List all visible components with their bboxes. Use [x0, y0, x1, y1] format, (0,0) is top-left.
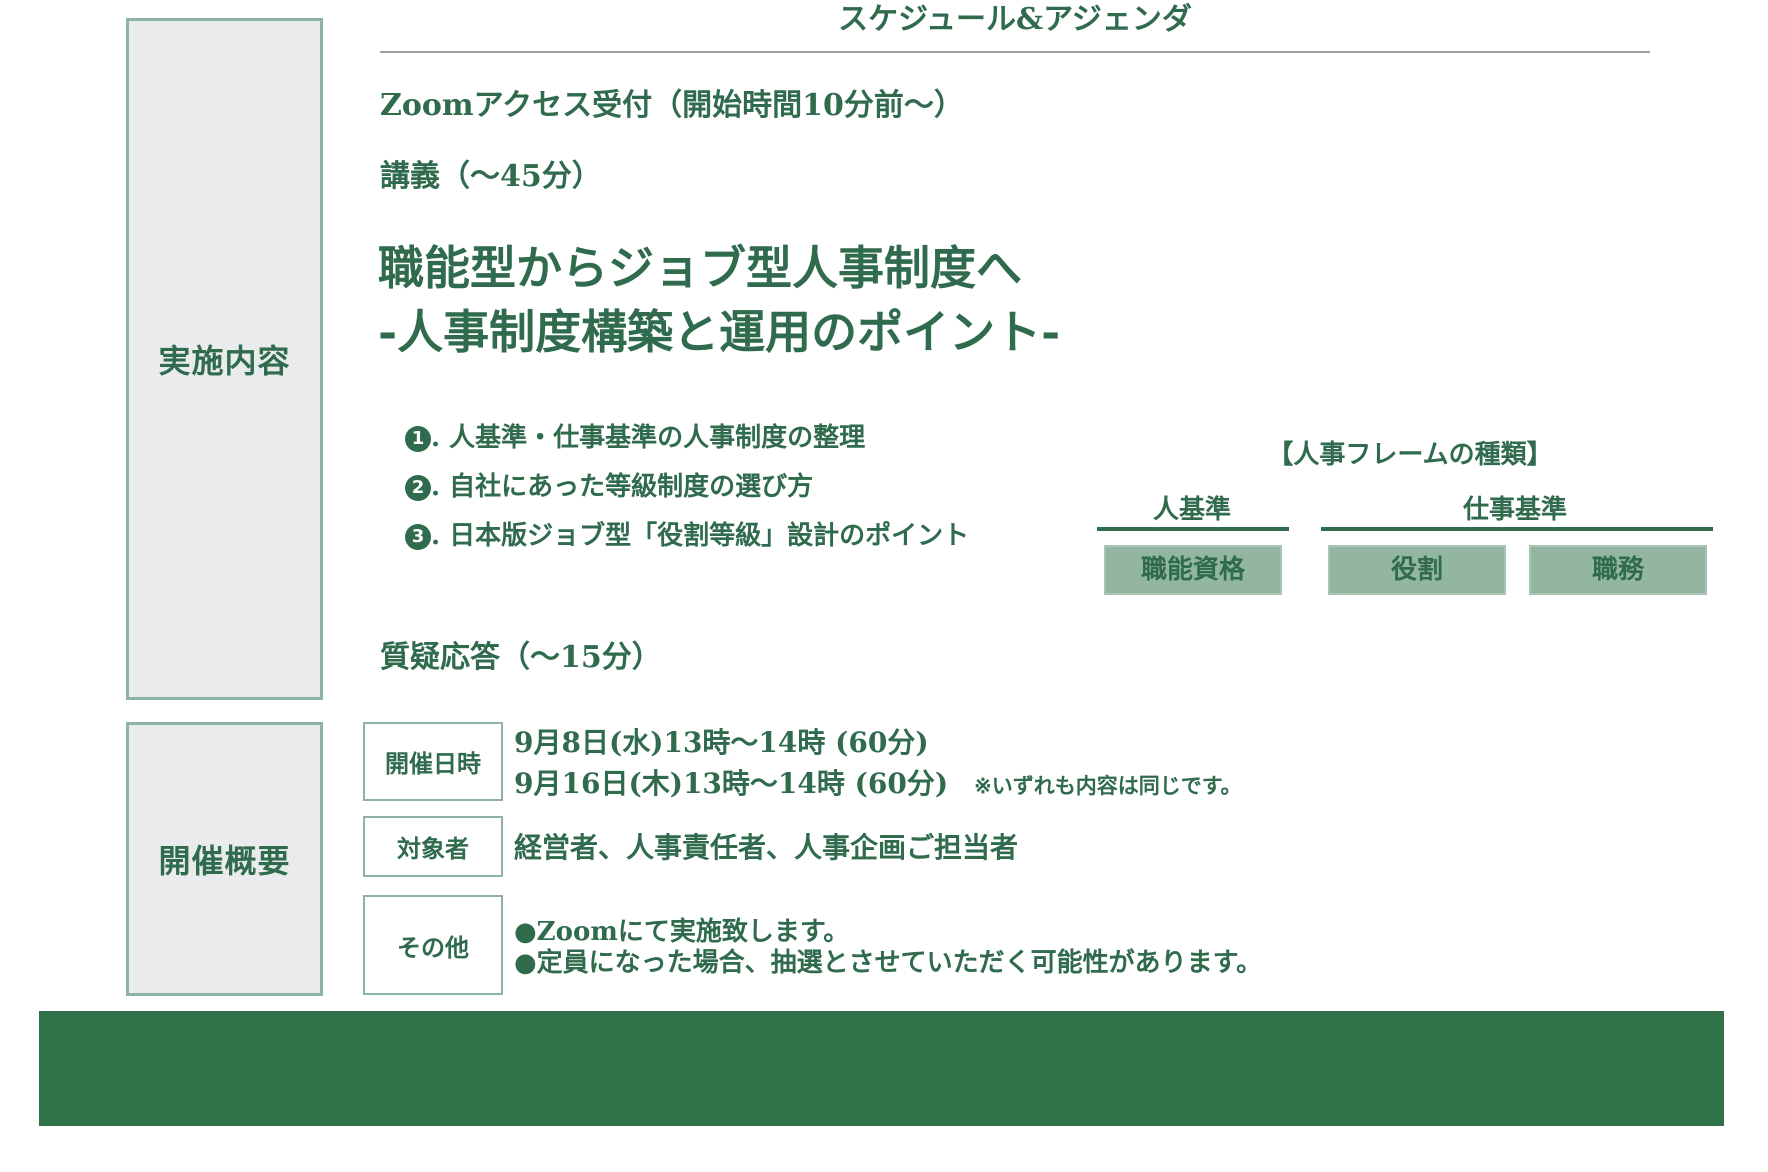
overview-side-label-text: 開催概要	[158, 842, 291, 880]
footer-band	[39, 1011, 1724, 1126]
overview-side-label: 開催概要	[126, 722, 323, 996]
same-content-note: ※いずれも内容は同じです。	[974, 773, 1242, 798]
point-text: . 人基準・仕事基準の人事制度の整理	[431, 423, 866, 453]
job-basis-label: 仕事基準	[1462, 495, 1567, 525]
number-1-icon: 1	[405, 426, 431, 452]
list-item: 3. 日本版ジョブ型「役割等級」設計のポイント	[405, 516, 969, 565]
qa-item: 質疑応答（〜15分）	[380, 640, 662, 675]
frame-box-skill-grade: 職能資格	[1104, 545, 1282, 595]
job-basis-rule	[1321, 527, 1713, 531]
number-2-icon: 2	[405, 475, 431, 501]
date-1: 9月8日(水)13時〜14時 (60分)	[514, 726, 929, 759]
hr-frame-title: 【人事フレームの種類】	[1267, 440, 1553, 470]
schedule-side-label: 実施内容	[126, 18, 323, 700]
target-value: 経営者、人事責任者、人事企画ご担当者	[514, 831, 1019, 864]
number-3-icon: 3	[405, 524, 431, 550]
target-label-box: 対象者	[363, 816, 503, 877]
other-line-2: ●定員になった場合、抽選とさせていただく可能性があります。	[514, 948, 1263, 978]
target-label: 対象者	[397, 834, 469, 863]
person-basis-label: 人基準	[1152, 495, 1231, 525]
lecture-points: 1. 人基準・仕事基準の人事制度の整理 2. 自社にあった等級制度の選び方 3.…	[405, 418, 969, 565]
datetime-label: 開催日時	[385, 749, 481, 778]
reception-item: Zoomアクセス受付（開始時間10分前〜）	[380, 88, 964, 123]
schedule-heading: スケジュール&アジェンダ	[838, 2, 1192, 37]
other-label: その他	[397, 932, 469, 962]
datetime-label-box: 開催日時	[363, 722, 503, 801]
lecture-item: 講義（〜45分）	[380, 159, 602, 194]
lecture-title: 職能型からジョブ型人事制度へ -人事制度構築と運用のポイント-	[378, 236, 1060, 364]
date-2: 9月16日(木)13時〜14時 (60分)	[514, 767, 949, 800]
other-label-box: その他	[363, 895, 503, 995]
point-text: . 日本版ジョブ型「役割等級」設計のポイント	[431, 521, 970, 551]
list-item: 1. 人基準・仕事基準の人事制度の整理	[405, 418, 969, 467]
lecture-title-line2: -人事制度構築と運用のポイント-	[378, 305, 1061, 359]
point-text: . 自社にあった等級制度の選び方	[431, 472, 814, 502]
frame-box-job-duties: 職務	[1529, 545, 1707, 595]
list-item: 2. 自社にあった等級制度の選び方	[405, 467, 969, 516]
frame-box-role: 役割	[1328, 545, 1506, 595]
schedule-side-label-text: 実施内容	[158, 342, 291, 380]
lecture-title-line1: 職能型からジョブ型人事制度へ	[378, 241, 1022, 295]
heading-divider	[380, 51, 1650, 53]
other-line-1: ●Zoomにて実施致します。	[514, 917, 850, 947]
person-basis-rule	[1097, 527, 1289, 531]
date-2-row: 9月16日(木)13時〜14時 (60分) ※いずれも内容は同じです。	[514, 764, 1242, 806]
